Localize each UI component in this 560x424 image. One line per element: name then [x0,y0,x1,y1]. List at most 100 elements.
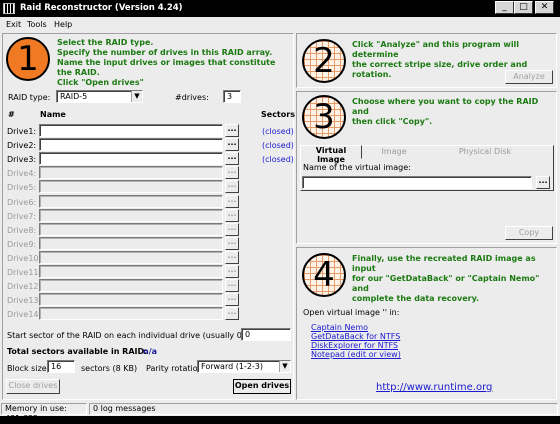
browse-virtual-image-button[interactable]: ... [536,176,550,189]
drive-label: Drive9: [7,240,37,249]
close-drives-button[interactable]: Close drives [6,379,60,394]
raid-type-select[interactable]: RAID-5 ▼ [56,90,143,103]
menu-exit[interactable]: Exit [6,20,21,29]
browse-drive-button[interactable]: ... [225,265,239,278]
browse-drive-button[interactable]: ... [225,166,239,179]
website-link[interactable]: http://www.runtime.org [376,382,492,393]
browse-drive-button[interactable]: ... [225,195,239,208]
main-window: Raid Reconstructor (Version 4.24) _ □ ✕ … [0,0,560,423]
tab-physical-disk[interactable]: Physical Disk [445,147,525,156]
drive-status: (closed) [262,155,294,164]
virtual-image-input[interactable] [302,176,532,189]
drive-name-input[interactable] [39,209,223,222]
step4-panel: 4 Finally, use the recreated RAID image … [296,247,557,400]
drive-name-input[interactable] [39,166,223,179]
block-size-unit: sectors (8 KB) [81,364,138,373]
browse-drive-button[interactable]: ... [225,209,239,222]
browse-drive-button[interactable]: ... [225,237,239,250]
drive-name-input[interactable] [39,180,223,193]
block-size-label: Block size: [7,364,50,373]
browse-drive-button[interactable]: ... [225,293,239,306]
browse-drive-button[interactable]: ... [225,307,239,320]
maximize-button[interactable]: □ [514,1,533,14]
link-getdataback-ntfs[interactable]: GetDataBack for NTFS [311,332,400,341]
drive-name-input[interactable] [39,279,223,292]
step1-badge: 1 [6,37,50,81]
drive-status: (closed) [262,127,294,136]
step2-panel: 2 Click "Analyze" and this program will … [296,33,557,88]
drive-name-input[interactable] [39,195,223,208]
drive-label: Drive7: [7,212,37,221]
drive-label: Drive10: [7,254,42,263]
browse-drive-button[interactable]: ... [225,279,239,292]
menu-bar: Exit Tools Help [0,17,560,33]
step2-badge: 2 [302,39,346,83]
minimize-button[interactable]: _ [495,1,514,14]
drive-label: Drive5: [7,183,37,192]
copy-button[interactable]: Copy [505,226,553,240]
browse-drive-button[interactable]: ... [225,180,239,193]
link-captain-nemo[interactable]: Captain Nemo [311,323,368,332]
step1-instructions: Select the RAID type. Specify the number… [57,38,293,88]
drive-name-input[interactable] [39,152,223,165]
title-bar[interactable]: Raid Reconstructor (Version 4.24) _ □ ✕ [0,0,560,17]
drive-label: Drive6: [7,198,37,207]
drive-label: Drive14: [7,310,42,319]
step1-line: Specify the number of drives in this RAI… [57,48,273,57]
col-name-header: Name [40,110,66,119]
drive-label: Drive2: [7,141,37,150]
drive-label: Drive1: [7,127,37,136]
drive-name-input[interactable] [39,265,223,278]
col-sectors-header: Sectors [261,110,295,119]
memory-status: Memory in use: 431,632 [1,403,87,423]
step3-instructions: Choose where you want to copy the RAID a… [352,97,556,127]
parity-select[interactable]: Forward (1-2-3) ▼ [197,360,291,373]
step3-panel: 3 Choose where you want to copy the RAID… [296,91,557,244]
total-sectors-value: n/a [143,347,158,356]
block-size-input[interactable]: 16 [47,360,75,373]
browse-drive-button[interactable]: ... [225,138,239,151]
step1-panel: 1 Select the RAID type. Specify the numb… [2,33,295,400]
browse-drive-button[interactable]: ... [225,152,239,165]
start-sector-input[interactable]: 0 [241,328,291,341]
raid-type-value: RAID-5 [60,92,88,101]
tab-image[interactable]: Image [363,147,425,156]
open-drives-button[interactable]: Open drives [233,379,291,394]
menu-help[interactable]: Help [54,20,72,29]
chevron-down-icon[interactable]: ▼ [131,91,142,102]
status-bar: Memory in use: 431,632 0 log messages [0,402,560,423]
analyze-button[interactable]: Analyze [505,70,553,84]
drive-name-input[interactable] [39,138,223,151]
link-notepad[interactable]: Notepad (edit or view) [311,350,401,359]
drives-count-label: #drives: [175,93,209,102]
drive-label: Drive13: [7,296,42,305]
browse-drive-button[interactable]: ... [225,223,239,236]
link-diskexplorer-ntfs[interactable]: DiskExplorer for NTFS [311,341,398,350]
tab-virtual-image[interactable]: Virtual Image [300,145,362,164]
step4-line: complete the data recovery. [352,294,480,303]
drive-name-input[interactable] [39,293,223,306]
step1-line: Select the RAID type. [57,38,154,47]
log-status: 0 log messages [89,403,558,415]
open-virtual-image-label: Open virtual image '' in: [303,308,400,317]
browse-drive-button[interactable]: ... [225,124,239,137]
menu-tools[interactable]: Tools [27,20,47,29]
drive-label: Drive8: [7,226,37,235]
browse-drive-button[interactable]: ... [225,251,239,264]
drive-name-input[interactable] [39,307,223,320]
drive-name-input[interactable] [39,251,223,264]
step3-line: then click "Copy". [352,117,433,126]
step3-line: Choose where you want to copy the RAID a… [352,97,539,116]
drive-name-input[interactable] [39,223,223,236]
step4-instructions: Finally, use the recreated RAID image as… [352,254,556,304]
step1-line: Click "Open drives" [57,78,144,87]
step4-badge: 4 [302,253,346,297]
drive-name-input[interactable] [39,124,223,137]
drives-count-input[interactable]: 3 [223,90,241,103]
app-icon [3,3,15,14]
close-button[interactable]: ✕ [535,1,554,14]
drive-name-input[interactable] [39,237,223,250]
step3-badge: 3 [302,95,346,139]
chevron-down-icon[interactable]: ▼ [279,361,290,372]
drive-label: Drive4: [7,169,37,178]
